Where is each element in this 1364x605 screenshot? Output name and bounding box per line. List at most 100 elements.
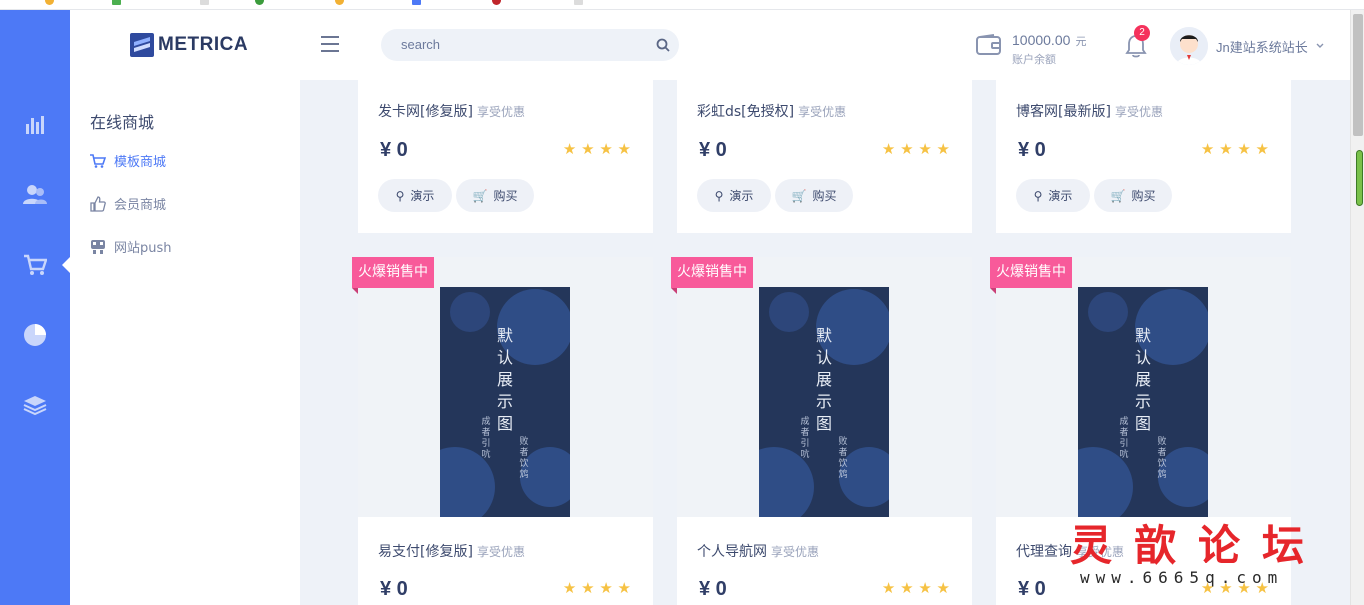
user-menu[interactable]: Jn建站系统站长 — [1170, 27, 1324, 65]
promo-label: 享受优惠 — [1114, 105, 1163, 119]
search-input[interactable] — [401, 37, 641, 52]
wallet-icon — [976, 34, 1001, 55]
user-name: Jn建站系统站长 — [1216, 39, 1308, 55]
product-title[interactable]: 发卡网[修复版] 享受优惠 — [378, 101, 525, 121]
buy-button[interactable]: 🛒 购买 — [1094, 179, 1172, 212]
icon-rail — [0, 10, 71, 605]
submenu-item-template-shop[interactable]: 模板商城 — [90, 151, 166, 170]
chevron-down-icon — [1316, 43, 1324, 48]
layers-icon[interactable] — [22, 392, 48, 418]
product-title[interactable]: 个人导航网 享受优惠 — [697, 541, 819, 561]
cover-side-text: 成者引吭 — [481, 417, 491, 460]
cover-side-text: 败者饮鸩 — [519, 437, 529, 480]
cover-side-text: 成者引吭 — [1119, 417, 1129, 460]
submenu-title: 在线商城 — [90, 113, 155, 132]
wallet-amount: 10000.00 — [1012, 32, 1071, 48]
product-title[interactable]: 博客网[最新版] 享受优惠 — [1016, 101, 1163, 121]
avatar — [1170, 27, 1208, 65]
demo-button[interactable]: ⚲ 演示 — [1016, 179, 1090, 212]
promo-label: 享受优惠 — [771, 545, 820, 559]
search-icon: ⚲ — [714, 188, 724, 203]
submenu-item-label: 模板商城 — [114, 155, 167, 170]
chart-icon[interactable] — [22, 112, 48, 138]
submenu-item-label: 网站push — [114, 241, 172, 256]
product-image[interactable]: 默认展示图 成者引吭 败者饮鸩 火爆销售中 — [990, 257, 1291, 517]
bookmark-icon[interactable] — [574, 0, 583, 5]
rating-stars: ★ ★ ★ ★ — [881, 579, 950, 597]
cart-icon: 🛒 — [1110, 188, 1126, 203]
buy-button[interactable]: 🛒 购买 — [456, 179, 534, 212]
cover-title: 默认展示图 — [1134, 326, 1151, 433]
product-price: ¥ 0 — [1018, 578, 1046, 600]
bookmark-icon[interactable] — [112, 0, 121, 5]
submenu: 在线商城 模板商城 会员商城 网站push — [70, 80, 300, 605]
wallet-label: 账户余额 — [1012, 53, 1056, 66]
push-icon — [91, 239, 105, 254]
promo-label: 享受优惠 — [476, 105, 525, 119]
cover-side-text: 败者饮鸩 — [838, 437, 848, 480]
topbar: METRICA 10000.00 元 账户余额 2 Jn建站系统站长 — [70, 10, 1350, 80]
cart-icon: 🛒 — [791, 188, 807, 203]
brand-logo[interactable]: METRICA — [130, 33, 248, 57]
product-price: ¥ 0 — [699, 578, 727, 600]
bookmark-bar — [0, 0, 1364, 10]
rating-stars: ★ ★ ★ ★ — [562, 579, 631, 597]
product-title[interactable]: 易支付[修复版] 享受优惠 — [378, 541, 525, 561]
submenu-item-label: 会员商城 — [114, 198, 167, 213]
pie-icon[interactable] — [22, 322, 48, 348]
rating-stars: ★ ★ ★ ★ — [1200, 140, 1269, 158]
book-cover-image: 默认展示图 成者引吭 败者饮鸩 — [759, 287, 889, 517]
bookmark-icon[interactable] — [255, 0, 264, 5]
product-price: ¥ 0 — [1018, 139, 1046, 161]
cart-icon — [90, 153, 106, 168]
product-card: 默认展示图 成者引吭 败者饮鸩 火爆销售中 个人导航网 享受优惠 ¥ 0 ★ ★ … — [671, 257, 972, 605]
search-button[interactable] — [647, 29, 679, 61]
search-icon: ⚲ — [395, 188, 405, 203]
book-cover-image: 默认展示图 成者引吭 败者饮鸩 — [440, 287, 570, 517]
users-icon[interactable] — [22, 182, 48, 208]
submenu-item-push[interactable]: 网站push — [90, 237, 172, 256]
promo-label: 享受优惠 — [798, 105, 847, 119]
demo-button[interactable]: ⚲ 演示 — [378, 179, 452, 212]
search-icon: ⚲ — [1033, 188, 1043, 203]
product-price: ¥ 0 — [380, 139, 408, 161]
watermark-text: 灵歆论坛 — [1070, 521, 1327, 570]
rating-stars: ★ ★ ★ ★ — [562, 140, 631, 158]
rating-stars: ★ ★ ★ ★ — [881, 140, 950, 158]
cover-title: 默认展示图 — [815, 326, 832, 433]
cover-side-text: 败者饮鸩 — [1157, 437, 1167, 480]
bookmark-icon[interactable] — [412, 0, 421, 5]
bookmark-icon[interactable] — [335, 0, 344, 5]
bookmark-icon[interactable] — [492, 0, 501, 5]
wallet-balance[interactable]: 10000.00 元 账户余额 — [976, 30, 1087, 67]
product-card: 博客网[最新版] 享受优惠 ¥ 0 ★ ★ ★ ★ ⚲ 演示 🛒 购买 — [996, 80, 1291, 233]
scrollbar-indicator — [1356, 150, 1363, 206]
product-card: 默认展示图 成者引吭 败者饮鸩 火爆销售中 易支付[修复版] 享受优惠 ¥ 0 ★… — [352, 257, 653, 605]
brand-name: METRICA — [158, 34, 249, 55]
product-card: 发卡网[修复版] 享受优惠 ¥ 0 ★ ★ ★ ★ ⚲ 演示 🛒 购买 — [358, 80, 653, 233]
promo-label: 享受优惠 — [476, 545, 525, 559]
product-title[interactable]: 彩虹ds[免授权] 享受优惠 — [697, 101, 846, 121]
bookmark-icon[interactable] — [200, 0, 209, 5]
hot-sale-badge: 火爆销售中 — [352, 257, 434, 294]
logo-icon — [130, 33, 154, 57]
scrollbar-thumb[interactable] — [1353, 14, 1363, 136]
buy-button[interactable]: 🛒 购买 — [775, 179, 853, 212]
cart-icon[interactable] — [22, 252, 48, 278]
product-image[interactable]: 默认展示图 成者引吭 败者饮鸩 火爆销售中 — [352, 257, 653, 517]
book-cover-image: 默认展示图 成者引吭 败者饮鸩 — [1078, 287, 1208, 517]
search-icon — [656, 38, 670, 52]
hot-sale-badge: 火爆销售中 — [671, 257, 753, 294]
wallet-unit: 元 — [1075, 35, 1087, 48]
product-card: 彩虹ds[免授权] 享受优惠 ¥ 0 ★ ★ ★ ★ ⚲ 演示 🛒 购买 — [677, 80, 972, 233]
product-image[interactable]: 默认展示图 成者引吭 败者饮鸩 火爆销售中 — [671, 257, 972, 517]
menu-toggle-button[interactable] — [321, 36, 339, 52]
bookmark-icon[interactable] — [45, 0, 54, 5]
page-scrollbar[interactable] — [1350, 10, 1364, 605]
demo-button[interactable]: ⚲ 演示 — [697, 179, 771, 212]
watermark-url: www.6665q.com — [1080, 568, 1284, 587]
submenu-item-member-shop[interactable]: 会员商城 — [90, 194, 166, 213]
thumbs-up-icon — [90, 195, 106, 212]
product-price: ¥ 0 — [380, 578, 408, 600]
cover-side-text: 成者引吭 — [800, 417, 810, 460]
